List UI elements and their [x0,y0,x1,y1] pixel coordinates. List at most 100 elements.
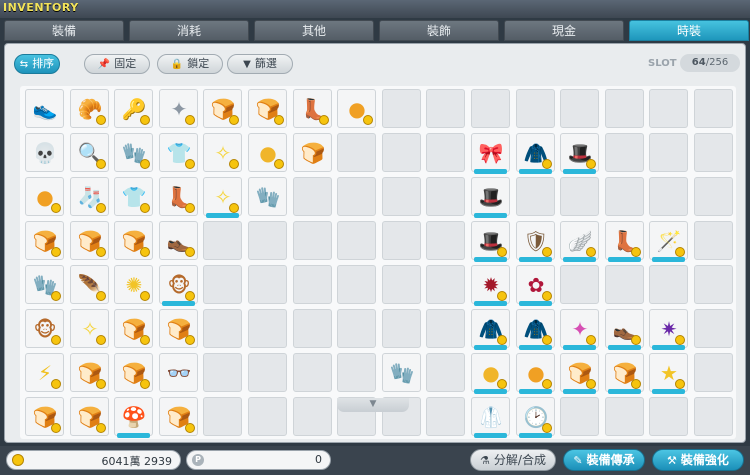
tab-5[interactable]: 時裝 [629,20,749,41]
empty-slot[interactable] [694,89,733,128]
empty-slot[interactable] [426,353,465,392]
empty-slot[interactable] [560,397,599,436]
empty-slot[interactable] [248,397,287,436]
item-slot[interactable]: 🎩 [471,177,510,218]
tab-3[interactable]: 裝飾 [379,20,499,41]
empty-slot[interactable] [337,265,376,304]
item-slot[interactable]: 🔑 [114,89,153,128]
item-slot[interactable]: ● [516,353,555,394]
item-slot[interactable]: 👢 [605,221,644,262]
item-slot[interactable]: 🍞 [159,397,198,436]
item-slot[interactable]: ✧ [70,309,109,348]
enhance-button[interactable]: ⚒ 裝備強化 [652,449,744,471]
disassemble-button[interactable]: ⚗ 分解/合成 [470,449,556,471]
item-slot[interactable]: 🍞 [203,89,242,128]
empty-slot[interactable] [649,177,688,216]
item-slot[interactable]: 🍞 [560,353,599,394]
empty-slot[interactable] [337,221,376,260]
item-slot[interactable]: 🛡 [516,221,555,262]
empty-slot[interactable] [248,265,287,304]
empty-slot[interactable] [694,397,733,436]
empty-slot[interactable] [337,309,376,348]
empty-slot[interactable] [605,133,644,172]
empty-slot[interactable] [293,177,332,216]
item-slot[interactable]: 🎩 [560,133,599,174]
item-slot[interactable]: 💀 [25,133,64,172]
empty-slot[interactable] [694,309,733,348]
empty-slot[interactable] [382,133,421,172]
empty-slot[interactable] [382,265,421,304]
empty-slot[interactable] [426,309,465,348]
empty-slot[interactable] [293,309,332,348]
item-slot[interactable]: 🧥 [516,309,555,350]
empty-slot[interactable] [203,265,242,304]
item-slot[interactable]: 👢 [159,177,198,216]
empty-slot[interactable] [248,221,287,260]
item-slot[interactable]: ⚡ [25,353,64,392]
empty-slot[interactable] [382,177,421,216]
empty-slot[interactable] [203,353,242,392]
empty-slot[interactable] [560,265,599,304]
title-bar[interactable]: INVENTORY [0,0,750,18]
item-slot[interactable]: 🎀 [471,133,510,174]
empty-slot[interactable] [293,353,332,392]
item-slot[interactable]: 👕 [159,133,198,172]
item-slot[interactable]: 🍞 [114,221,153,260]
empty-slot[interactable] [694,221,733,260]
item-slot[interactable]: 🐵 [25,309,64,348]
empty-slot[interactable] [382,89,421,128]
item-slot[interactable]: ✧ [203,177,242,218]
item-slot[interactable]: ✿ [516,265,555,306]
empty-slot[interactable] [337,133,376,172]
empty-slot[interactable] [293,397,332,436]
empty-slot[interactable] [516,89,555,128]
lock-button[interactable]: 🔒 鎖定 [157,54,223,74]
item-slot[interactable]: 🍞 [25,221,64,260]
empty-slot[interactable] [426,133,465,172]
item-slot[interactable]: 🍄 [114,397,153,438]
filter-button[interactable]: ▼ 篩選 [227,54,293,74]
item-slot[interactable]: 🪄 [649,221,688,262]
item-slot[interactable]: 👢 [293,89,332,128]
item-slot[interactable]: ✦ [159,89,198,128]
item-slot[interactable]: ✧ [203,133,242,172]
item-slot[interactable]: 🧤 [114,133,153,172]
empty-slot[interactable] [293,265,332,304]
item-slot[interactable]: 🧤 [382,353,421,392]
item-slot[interactable]: ★ [649,353,688,394]
empty-slot[interactable] [337,177,376,216]
empty-slot[interactable] [694,265,733,304]
tab-4[interactable]: 現金 [504,20,624,41]
item-slot[interactable]: 🍞 [159,309,198,348]
empty-slot[interactable] [426,89,465,128]
item-slot[interactable]: 🥐 [70,89,109,128]
empty-slot[interactable] [694,353,733,392]
expand-handle[interactable]: ▼ [337,398,409,412]
item-slot[interactable]: 🪶 [70,265,109,304]
empty-slot[interactable] [203,221,242,260]
inherit-button[interactable]: ✎ 裝備傳承 [563,449,645,471]
item-slot[interactable]: 👞 [159,221,198,260]
item-slot[interactable]: ● [471,353,510,394]
item-slot[interactable]: 👞 [605,309,644,350]
empty-slot[interactable] [605,89,644,128]
empty-slot[interactable] [649,265,688,304]
item-slot[interactable]: 🍞 [605,353,644,394]
empty-slot[interactable] [382,221,421,260]
empty-slot[interactable] [248,309,287,348]
tab-0[interactable]: 裝備 [4,20,124,41]
empty-slot[interactable] [605,397,644,436]
sort-button[interactable]: ⇆ 排序 [14,54,60,74]
item-slot[interactable]: 🍞 [114,353,153,392]
item-slot[interactable]: 🕑 [516,397,555,438]
item-slot[interactable]: ✦ [560,309,599,350]
empty-slot[interactable] [694,133,733,172]
item-slot[interactable]: 🍞 [114,309,153,348]
empty-slot[interactable] [560,89,599,128]
item-slot[interactable]: 👓 [159,353,198,392]
fix-button[interactable]: 📌 固定 [84,54,150,74]
item-slot[interactable]: 🪽 [560,221,599,262]
empty-slot[interactable] [426,221,465,260]
item-slot[interactable]: ● [248,133,287,172]
item-slot[interactable]: 🍞 [293,133,332,172]
